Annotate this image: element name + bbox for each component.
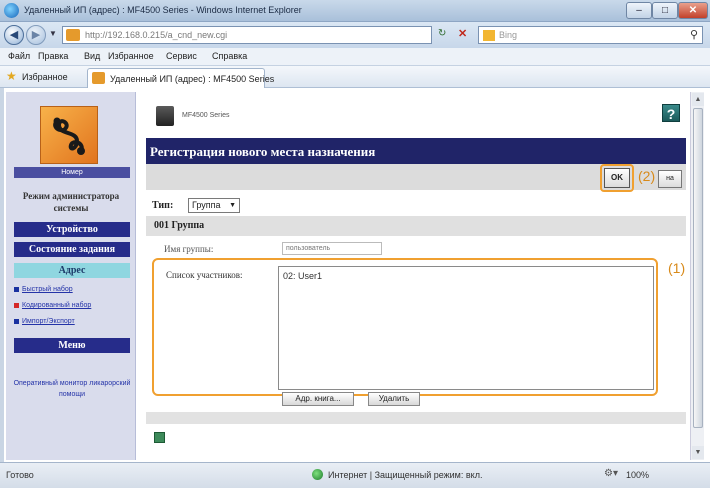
- menu-tools[interactable]: Сервис: [166, 51, 197, 61]
- type-select-value[interactable]: Группа: [192, 200, 221, 210]
- address-book-button[interactable]: Адр. книга...: [282, 392, 354, 406]
- site-icon: [66, 29, 80, 41]
- history-dropdown-icon[interactable]: ▼: [49, 29, 57, 38]
- page-top-icon[interactable]: [154, 432, 165, 443]
- logo-caption: Номер: [14, 167, 130, 178]
- star-icon[interactable]: ★: [6, 69, 17, 83]
- menu-view[interactable]: Вид: [84, 51, 100, 61]
- scroll-thumb[interactable]: [693, 108, 703, 428]
- security-icon[interactable]: ⚙▾: [604, 468, 618, 479]
- menu-edit[interactable]: Правка: [38, 51, 68, 61]
- type-select[interactable]: Группа ▼: [188, 198, 240, 213]
- window-titlebar: Удаленный ИП (адрес) : MF4500 Series - W…: [0, 0, 710, 22]
- status-zone: Интернет | Защищенный режим: вкл.: [328, 470, 483, 480]
- scroll-down-icon[interactable]: ▼: [692, 446, 704, 459]
- sidebar-link-coded-dial[interactable]: Кодированный набор: [14, 302, 91, 309]
- navigation-bar: ◀ ▶ ▼ http://192.168.0.215/a_cnd_new.cgi…: [0, 22, 710, 48]
- globe-icon: [312, 469, 323, 480]
- bullet-icon: [14, 318, 19, 324]
- bottom-strip: [146, 412, 686, 424]
- page-title: Регистрация нового места назначения: [150, 144, 376, 159]
- page-header: Регистрация нового места назначения: [146, 138, 686, 164]
- scroll-up-icon[interactable]: ▲: [692, 93, 704, 106]
- favorites-button[interactable]: Избранное: [22, 72, 68, 82]
- members-label: Список участников:: [166, 270, 243, 280]
- sidebar-link-speed-dial[interactable]: Быстрый набор: [14, 286, 73, 293]
- type-label: Тип:: [152, 200, 174, 211]
- annotation-2: (2): [638, 168, 656, 184]
- tab-site-icon: [92, 72, 105, 84]
- close-window-button[interactable]: ✕: [678, 2, 708, 19]
- logo-icon: [40, 106, 98, 164]
- ie-icon: [4, 3, 19, 18]
- sidebar-address-button[interactable]: Адрес: [14, 263, 130, 278]
- help-icon[interactable]: ?: [662, 104, 680, 122]
- minimize-button[interactable]: –: [626, 2, 652, 19]
- bullet-icon: [14, 286, 19, 292]
- status-bar: Готово Интернет | Защищенный режим: вкл.…: [0, 462, 710, 488]
- tab-label: Удаленный ИП (адрес) : MF4500 Series: [110, 74, 275, 84]
- list-item[interactable]: 02: User1: [283, 271, 322, 281]
- search-placeholder[interactable]: Bing: [499, 30, 517, 40]
- sidebar-menu-button[interactable]: Меню: [14, 338, 130, 353]
- address-bar[interactable]: http://192.168.0.215/a_cnd_new.cgi: [62, 26, 432, 44]
- main-content: MF4500 Series ? Регистрация нового места…: [146, 92, 686, 460]
- sidebar-link-import-export[interactable]: Импорт/Экспорт: [14, 318, 75, 325]
- sidebar-device-button[interactable]: Устройство: [14, 222, 130, 237]
- members-list[interactable]: 02: User1: [278, 266, 654, 390]
- group-label: 001 Группа: [154, 220, 205, 231]
- admin-mode-label: Режим администратора системы: [22, 191, 120, 213]
- sidebar-job-status-button[interactable]: Состояние задания: [14, 242, 130, 257]
- menu-favorites[interactable]: Избранное: [108, 51, 154, 61]
- zoom-level[interactable]: 100%: [626, 470, 649, 480]
- menu-help[interactable]: Справка: [212, 51, 247, 61]
- ok-button[interactable]: OK: [604, 168, 630, 188]
- chevron-down-icon[interactable]: ▼: [229, 199, 236, 212]
- search-box[interactable]: Bing ⚲: [478, 26, 703, 44]
- link-label[interactable]: Импорт/Экспорт: [22, 318, 75, 325]
- bing-icon: [483, 30, 495, 41]
- sidebar-bottom-link[interactable]: Оперативный монитор ликарорский помощи: [12, 378, 132, 400]
- link-label[interactable]: Кодированный набор: [22, 302, 91, 309]
- annotation-1: (1): [668, 260, 686, 276]
- printer-name: MF4500 Series: [182, 112, 230, 119]
- printer-icon: [156, 106, 174, 126]
- bullet-icon: [14, 302, 19, 308]
- group-row: 001 Группа: [146, 216, 686, 236]
- menu-bar: Файл Правка Вид Избранное Сервис Справка: [0, 48, 710, 66]
- delete-button[interactable]: Удалить: [368, 392, 420, 406]
- link-label[interactable]: Быстрый набор: [22, 286, 73, 293]
- search-icon[interactable]: ⚲: [690, 28, 698, 41]
- refresh-icon[interactable]: ↻: [438, 28, 446, 39]
- window-title: Удаленный ИП (адрес) : MF4500 Series - W…: [24, 5, 302, 15]
- stop-icon[interactable]: ✕: [458, 27, 467, 40]
- favorites-bar: ★ Избранное Удаленный ИП (адрес) : MF450…: [0, 66, 710, 88]
- back-button[interactable]: ◀: [4, 25, 24, 45]
- address-url[interactable]: http://192.168.0.215/a_cnd_new.cgi: [85, 30, 227, 40]
- forward-button[interactable]: ▶: [26, 25, 46, 45]
- vertical-scrollbar[interactable]: ▲ ▼: [690, 92, 704, 460]
- group-name-input[interactable]: пользователь: [282, 242, 382, 255]
- cancel-button[interactable]: на: [658, 170, 682, 188]
- status-ready: Готово: [6, 470, 34, 480]
- tab-current[interactable]: Удаленный ИП (адрес) : MF4500 Series: [87, 68, 274, 88]
- group-name-label: Имя группы:: [164, 244, 214, 254]
- sidebar: Номер Режим администратора системы Устро…: [6, 92, 136, 460]
- maximize-button[interactable]: □: [652, 2, 678, 19]
- menu-file[interactable]: Файл: [8, 51, 30, 61]
